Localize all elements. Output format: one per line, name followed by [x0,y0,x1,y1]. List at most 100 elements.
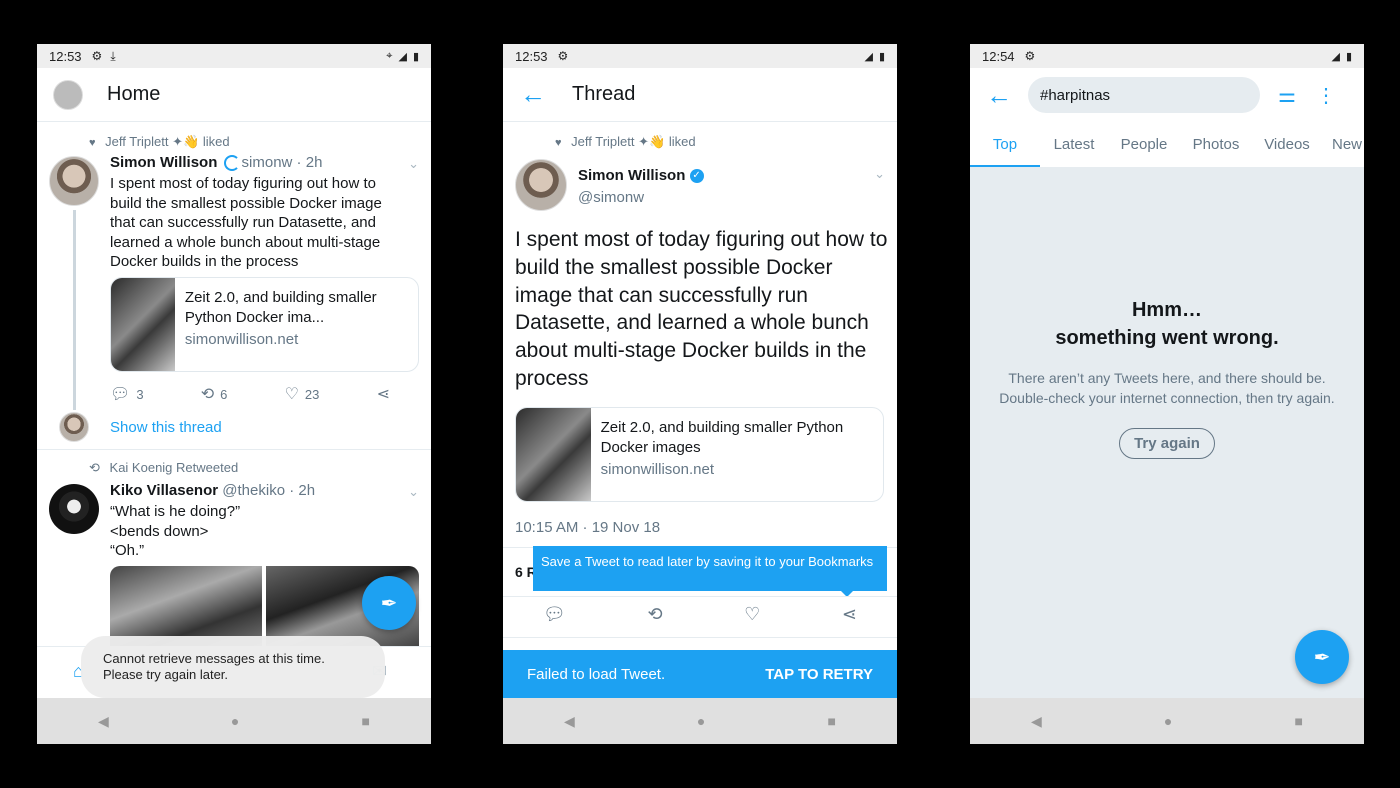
status-time: 12:53 [49,48,82,64]
chevron-down-icon[interactable]: ⌄ [408,484,419,500]
signal-icon: ◢ [864,50,873,63]
retry-button[interactable]: TAP TO RETRY [765,666,873,683]
author-name[interactable]: Kiko Villasenor [110,482,218,499]
social-context: ⟲ Kai Koenig Retweeted [89,460,239,475]
card-title: Zeit 2.0, and building smaller Python Do… [600,419,844,456]
overflow-menu-icon[interactable]: ⋮ [1316,83,1336,108]
settings-icon: ⚙ [1024,49,1036,63]
divider [503,596,897,597]
back-arrow-icon[interactable]: ← [970,80,1028,111]
back-arrow-icon[interactable]: ← [503,79,563,110]
card-domain: simonwillison.net [184,331,299,348]
share-icon[interactable]: ⋖ [842,604,857,625]
tab-latest[interactable]: Latest [1040,122,1108,167]
link-card[interactable]: Zeit 2.0, and building smaller Python Do… [110,277,419,372]
show-thread-link[interactable]: Show this thread [110,419,222,436]
avatar[interactable] [49,484,99,534]
battery-icon: ▮ [1345,50,1352,63]
social-context: ♥ Jeff Triplett ✦👋 liked [555,134,696,149]
settings-icon: ⚙ [91,49,103,63]
retweet-button[interactable]: ⟲ 6 [201,384,228,404]
handle-time: simonw · 2h [241,154,323,171]
nav-back-icon[interactable]: ◀ [1031,713,1042,730]
heart-icon: ♥ [89,137,96,149]
toast: Cannot retrieve messages at this time. P… [81,636,385,698]
heart-icon: ♥ [555,137,562,149]
reply-icon[interactable]: 💬︎ [543,604,566,625]
snackbar-message: Failed to load Tweet. [527,665,666,683]
tab-photos[interactable]: Photos [1180,122,1252,167]
retweet-icon[interactable]: ⟲ [647,604,662,625]
search-input[interactable]: #harpitnas [1028,77,1260,113]
card-title: Zeit 2.0, and building smaller Python Do… [184,289,377,326]
spinner-icon [223,155,240,172]
nav-recents-icon[interactable]: ■ [827,713,835,729]
signal-icon: ◢ [1331,50,1340,63]
tab-videos[interactable]: Videos [1252,122,1322,167]
reply-button[interactable]: 💬︎ 3 [110,384,144,404]
author-name[interactable]: Simon Willison [578,167,685,184]
thread-screen: 12:53 ⚙ ◢ ▮ ← Thread ♥ Jeff Triplett ✦👋 … [503,44,897,744]
system-nav-bar: ◀ ● ■ [37,698,431,744]
retweet-icon: ⟲ [89,460,100,475]
search-screen: 12:54 ⚙ ◢ ▮ ← #harpitnas ⚌ ⋮ Top Latest … [970,44,1364,744]
nav-home-icon[interactable]: ● [231,713,239,729]
like-button[interactable]: ♡ 23 [285,384,320,404]
divider [37,449,431,450]
media-image[interactable] [110,566,262,646]
handle-time: @thekiko · 2h [222,482,316,499]
nav-back-icon[interactable]: ◀ [98,713,109,730]
compose-tweet-button[interactable]: ✒ [1295,630,1349,684]
compose-tweet-button[interactable]: ✒ [362,576,416,630]
tweet-text: “What is he doing?” <bends down> “Oh.” [110,503,241,560]
profile-avatar[interactable] [53,79,83,110]
tab-people[interactable]: People [1108,122,1180,167]
heart-outline-icon[interactable]: ♡ [744,604,760,625]
status-bar: 12:54 ⚙ ◢ ▮ [970,44,1364,68]
home-screen: 12:53 ⚙ ⤓ ⌖ ◢ ▮ Home ♥ Jeff Triplett ✦👋 … [37,44,431,744]
nav-back-icon[interactable]: ◀ [564,713,575,730]
error-body: There aren’t any Tweets here, and there … [999,370,1335,406]
author-block: Simon Willison ✓ @simonw [578,167,704,206]
card-thumbnail [111,278,175,371]
tweet-header: Kiko Villasenor @thekiko · 2h [110,482,315,499]
nav-recents-icon[interactable]: ■ [1294,713,1302,729]
error-title: Hmm… something went wrong. [1055,299,1279,349]
page-title: Thread [572,83,636,105]
feather-icon: ✒ [1313,646,1331,669]
thread-avatar [59,412,89,442]
status-time: 12:54 [982,48,1015,64]
battery-icon: ▮ [878,50,885,63]
feather-icon: ✒ [380,592,398,615]
tab-top[interactable]: Top [970,122,1040,167]
nav-recents-icon[interactable]: ■ [361,713,369,729]
share-button[interactable]: ⋖ [377,384,390,404]
status-time: 12:53 [515,48,548,64]
tweet-text: I spent most of today figuring out how t… [110,175,382,271]
location-icon: ⌖ [386,49,393,62]
tweet-text: I spent most of today figuring out how t… [515,228,888,390]
tweet-header: Simon Willison simonw · 2h [110,154,323,172]
filter-settings-icon[interactable]: ⚌ [1278,83,1296,108]
chevron-down-icon[interactable]: ⌄ [408,156,419,172]
bookmarks-tooltip: Save a Tweet to read later by saving it … [533,546,887,591]
avatar[interactable] [515,159,567,211]
social-context: ♥ Jeff Triplett ✦👋 liked [89,134,230,149]
share-icon: ⋖ [376,386,390,403]
battery-icon: ▮ [412,50,419,63]
try-again-button[interactable]: Try again [1119,428,1215,459]
nav-home-icon[interactable]: ● [697,713,705,729]
app-bar: ← Thread [503,68,897,122]
app-bar: ← #harpitnas ⚌ ⋮ [970,68,1364,122]
error-state: Hmm… something went wrong. There aren’t … [990,296,1344,459]
status-bar: 12:53 ⚙ ◢ ▮ [503,44,897,68]
link-card[interactable]: Zeit 2.0, and building smaller Python Do… [515,407,884,502]
avatar[interactable] [49,156,99,206]
tab-news[interactable]: New [1322,122,1364,167]
retweet-icon: ⟲ [200,386,215,403]
page-title: Home [107,83,161,105]
chevron-down-icon[interactable]: ⌄ [874,166,885,182]
author-name[interactable]: Simon Willison [110,154,217,171]
divider [503,637,897,638]
nav-home-icon[interactable]: ● [1164,713,1172,729]
